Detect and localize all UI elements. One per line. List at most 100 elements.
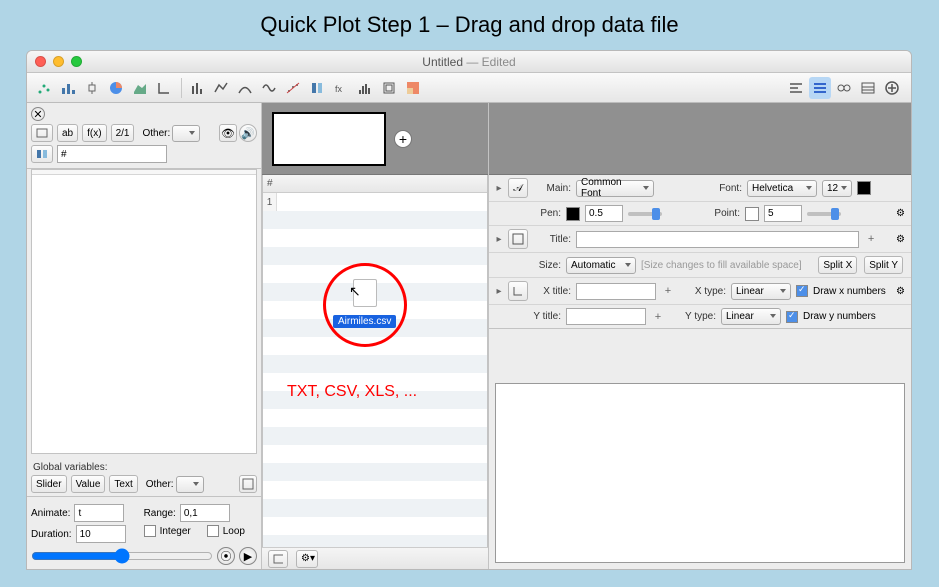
point-color-swatch[interactable] (745, 207, 759, 221)
anim-slider[interactable] (31, 548, 213, 564)
animate-var-input[interactable] (74, 504, 124, 522)
area-chart-icon[interactable] (129, 77, 151, 99)
font-label: Font: (708, 183, 742, 194)
datatype-tab-numeric[interactable] (31, 124, 53, 142)
globals-label: Global variables: (27, 458, 261, 475)
add-sheet-button[interactable]: + (394, 130, 412, 148)
close-panel-button[interactable]: ✕ (31, 107, 45, 121)
title-label: Title: (537, 234, 571, 245)
axes-icon[interactable] (153, 77, 175, 99)
preview-area (489, 329, 911, 569)
link-tool-icon[interactable] (833, 77, 855, 99)
lines-tool-icon[interactable] (210, 77, 232, 99)
other-label: Other: (142, 128, 170, 139)
datatype-tab-fraction[interactable]: 2/1 (111, 124, 135, 142)
font-color-swatch[interactable] (857, 181, 871, 195)
data-drop-area[interactable]: # 1 ↖ Airmiles.csv TXT, CSV, XLS, ... (262, 175, 488, 547)
title-add-button[interactable]: + (864, 232, 878, 246)
gv-other-select[interactable] (176, 476, 204, 493)
add-tool-icon[interactable] (881, 77, 903, 99)
dataset-list[interactable] (31, 169, 257, 454)
zoom-window-button[interactable] (71, 56, 82, 67)
point-size-slider[interactable] (807, 212, 841, 216)
animation-panel: Animate: Duration: Range: (27, 496, 261, 569)
sheet-settings-icon[interactable]: ⚙▾ (296, 550, 318, 568)
inspector-toggle-icon[interactable] (809, 77, 831, 99)
size-select[interactable]: Automatic (566, 257, 636, 274)
loop-checkbox[interactable] (207, 525, 219, 537)
column-type-icon[interactable] (31, 145, 53, 163)
thumbnail-strip: + (262, 103, 488, 175)
pen-width-slider[interactable] (628, 212, 662, 216)
pen-color-swatch[interactable] (566, 207, 580, 221)
function-tool-icon[interactable]: fx (330, 77, 352, 99)
draw-xnum-checkbox[interactable] (796, 285, 808, 297)
histogram-tool-icon[interactable] (354, 77, 376, 99)
gv-tab-value[interactable]: Value (71, 475, 106, 493)
split-x-button[interactable]: Split X (818, 256, 857, 274)
scatter-chart-icon[interactable] (33, 77, 55, 99)
title-input[interactable] (576, 231, 859, 248)
pen-width-input[interactable] (585, 205, 623, 222)
draw-ynum-label: Draw y numbers (803, 311, 876, 322)
section-disclosure-fonts[interactable]: ▸ (495, 183, 503, 194)
column-name-input[interactable] (57, 145, 167, 163)
close-window-button[interactable] (35, 56, 46, 67)
xtype-select[interactable]: Linear (731, 283, 791, 300)
sound-icon[interactable]: 🔊 (239, 124, 257, 142)
align-tool-icon[interactable] (785, 77, 807, 99)
xtitle-add-button[interactable]: + (661, 284, 675, 298)
ytitle-add-button[interactable]: + (651, 310, 665, 324)
datatype-tab-text[interactable]: ab (57, 124, 78, 142)
section-disclosure-axes[interactable]: ▸ (495, 286, 503, 297)
heatmap-tool-icon[interactable] (402, 77, 424, 99)
point-size-input[interactable] (764, 205, 802, 222)
ytype-select[interactable]: Linear (721, 308, 781, 325)
gv-tab-slider[interactable]: Slider (31, 475, 67, 493)
draw-xnum-label: Draw x numbers (813, 286, 886, 297)
font-size-select[interactable]: 12 (822, 180, 852, 197)
gv-options-icon[interactable] (239, 475, 257, 493)
box-plot-icon[interactable] (81, 77, 103, 99)
sheet-thumbnail[interactable] (272, 112, 386, 166)
sheet-footer: ⚙▾ (262, 547, 488, 569)
play-button[interactable]: ▶ (239, 547, 257, 565)
curve-tool-icon[interactable] (258, 77, 280, 99)
bar-chart-icon[interactable] (57, 77, 79, 99)
other-type-select[interactable] (172, 125, 200, 142)
main-font-select[interactable]: Common Font (576, 180, 654, 197)
xtitle-input[interactable] (576, 283, 656, 300)
range-input[interactable] (180, 504, 230, 522)
inspector: ▸ 𝒜 Main: Common Font Font: Helvetica 12… (489, 175, 911, 329)
plot-preview[interactable] (495, 383, 905, 563)
contour-tool-icon[interactable] (378, 77, 400, 99)
xtitle-label: X title: (537, 286, 571, 297)
ytitle-input[interactable] (566, 308, 646, 325)
bars-tool-icon[interactable] (186, 77, 208, 99)
regression-tool-icon[interactable] (282, 77, 304, 99)
fonts-gear-icon[interactable]: ⚙ (896, 208, 905, 219)
fit-tool-icon[interactable] (234, 77, 256, 99)
draw-ynum-checkbox[interactable] (786, 311, 798, 323)
integer-checkbox[interactable] (144, 525, 156, 537)
gv-tab-text[interactable]: Text (109, 475, 137, 493)
section-disclosure-title[interactable]: ▸ (495, 234, 503, 245)
ytype-label: Y type: (674, 311, 716, 322)
column-tool-icon[interactable] (306, 77, 328, 99)
pie-chart-icon[interactable] (105, 77, 127, 99)
sheet-view-icon[interactable] (268, 550, 288, 568)
list-tool-icon[interactable] (857, 77, 879, 99)
split-y-button[interactable]: Split Y (864, 256, 903, 274)
duration-label: Duration: (31, 529, 72, 540)
main-label: Main: (537, 183, 571, 194)
eye-icon[interactable]: 👁 (219, 124, 237, 142)
title-gear-icon[interactable]: ⚙ (896, 234, 905, 245)
main-toolbar: fx (27, 73, 911, 103)
datatype-tab-function[interactable]: f(x) (82, 124, 106, 142)
duration-input[interactable] (76, 525, 126, 543)
pen-label: Pen: (527, 208, 561, 219)
minimize-window-button[interactable] (53, 56, 64, 67)
record-button[interactable]: ⦿ (217, 547, 235, 565)
axes-gear-icon[interactable]: ⚙ (896, 286, 905, 297)
font-family-select[interactable]: Helvetica (747, 180, 817, 197)
